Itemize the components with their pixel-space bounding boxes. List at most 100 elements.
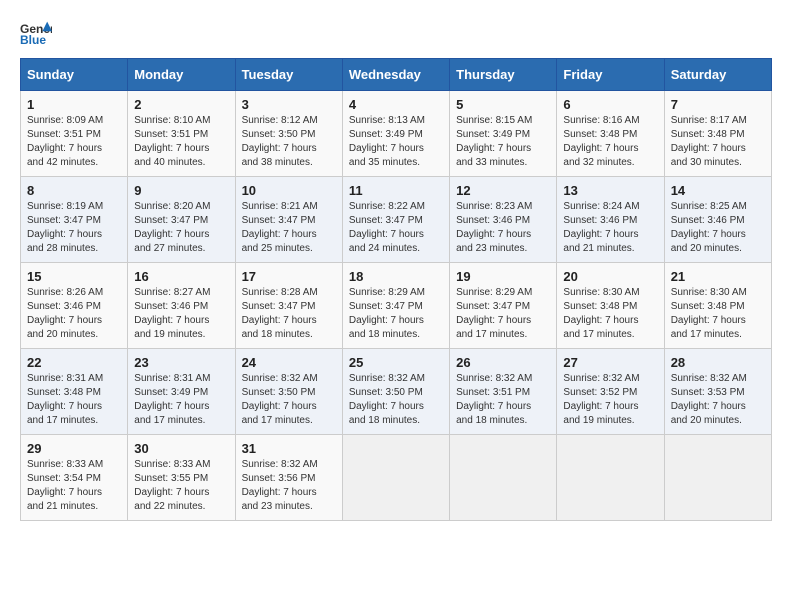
day-number: 1 <box>27 97 121 112</box>
day-detail: Sunrise: 8:16 AMSunset: 3:48 PMDaylight:… <box>563 114 657 170</box>
day-number: 15 <box>27 269 121 284</box>
day-detail: Sunrise: 8:30 AMSunset: 3:48 PMDaylight:… <box>671 286 765 342</box>
calendar-cell <box>664 435 771 521</box>
day-number: 30 <box>134 441 228 456</box>
day-detail: Sunrise: 8:24 AMSunset: 3:46 PMDaylight:… <box>563 200 657 256</box>
calendar-cell: 17 Sunrise: 8:28 AMSunset: 3:47 PMDayligh… <box>235 263 342 349</box>
day-number: 23 <box>134 355 228 370</box>
day-detail: Sunrise: 8:09 AMSunset: 3:51 PMDaylight:… <box>27 114 121 170</box>
day-detail: Sunrise: 8:32 AMSunset: 3:56 PMDaylight:… <box>242 458 336 514</box>
day-number: 10 <box>242 183 336 198</box>
calendar-body: 1 Sunrise: 8:09 AMSunset: 3:51 PMDaylight… <box>21 91 772 521</box>
calendar-cell: 21 Sunrise: 8:30 AMSunset: 3:48 PMDayligh… <box>664 263 771 349</box>
day-detail: Sunrise: 8:32 AMSunset: 3:52 PMDaylight:… <box>563 372 657 428</box>
calendar-week-1: 1 Sunrise: 8:09 AMSunset: 3:51 PMDaylight… <box>21 91 772 177</box>
calendar-cell: 6 Sunrise: 8:16 AMSunset: 3:48 PMDaylight… <box>557 91 664 177</box>
calendar-cell: 29 Sunrise: 8:33 AMSunset: 3:54 PMDayligh… <box>21 435 128 521</box>
day-detail: Sunrise: 8:29 AMSunset: 3:47 PMDaylight:… <box>349 286 443 342</box>
day-number: 21 <box>671 269 765 284</box>
day-detail: Sunrise: 8:26 AMSunset: 3:46 PMDaylight:… <box>27 286 121 342</box>
calendar-week-2: 8 Sunrise: 8:19 AMSunset: 3:47 PMDaylight… <box>21 177 772 263</box>
day-number: 17 <box>242 269 336 284</box>
calendar-cell: 24 Sunrise: 8:32 AMSunset: 3:50 PMDayligh… <box>235 349 342 435</box>
calendar-cell: 10Sunrise: 8:21 AMSunset: 3:47 PMDayligh… <box>235 177 342 263</box>
day-detail: Sunrise: 8:30 AMSunset: 3:48 PMDaylight:… <box>563 286 657 342</box>
calendar-cell: 16Sunrise: 8:27 AMSunset: 3:46 PMDayligh… <box>128 263 235 349</box>
day-detail: Sunrise: 8:20 AMSunset: 3:47 PMDaylight:… <box>134 200 228 256</box>
calendar-cell: 4Sunrise: 8:13 AMSunset: 3:49 PMDaylight… <box>342 91 449 177</box>
header-cell-wednesday: Wednesday <box>342 59 449 91</box>
calendar-cell: 20 Sunrise: 8:30 AMSunset: 3:48 PMDayligh… <box>557 263 664 349</box>
header-cell-friday: Friday <box>557 59 664 91</box>
day-detail: Sunrise: 8:12 AMSunset: 3:50 PMDaylight:… <box>242 114 336 170</box>
calendar-cell: 2 Sunrise: 8:10 AMSunset: 3:51 PMDaylight… <box>128 91 235 177</box>
day-number: 18 <box>349 269 443 284</box>
calendar-week-4: 22Sunrise: 8:31 AMSunset: 3:48 PMDayligh… <box>21 349 772 435</box>
day-number: 13 <box>563 183 657 198</box>
calendar-cell: 28Sunrise: 8:32 AMSunset: 3:53 PMDayligh… <box>664 349 771 435</box>
header-cell-sunday: Sunday <box>21 59 128 91</box>
calendar-week-3: 15 Sunrise: 8:26 AMSunset: 3:46 PMDayligh… <box>21 263 772 349</box>
day-number: 27 <box>563 355 657 370</box>
day-number: 24 <box>242 355 336 370</box>
calendar-cell <box>342 435 449 521</box>
calendar-cell: 18 Sunrise: 8:29 AMSunset: 3:47 PMDayligh… <box>342 263 449 349</box>
day-number: 16 <box>134 269 228 284</box>
calendar-cell: 23Sunrise: 8:31 AMSunset: 3:49 PMDayligh… <box>128 349 235 435</box>
calendar-cell: 8 Sunrise: 8:19 AMSunset: 3:47 PMDaylight… <box>21 177 128 263</box>
day-number: 29 <box>27 441 121 456</box>
calendar-cell: 13 Sunrise: 8:24 AMSunset: 3:46 PMDayligh… <box>557 177 664 263</box>
calendar-cell: 26Sunrise: 8:32 AMSunset: 3:51 PMDayligh… <box>450 349 557 435</box>
day-number: 11 <box>349 183 443 198</box>
day-detail: Sunrise: 8:32 AMSunset: 3:50 PMDaylight:… <box>349 372 443 428</box>
calendar-cell: 7Sunrise: 8:17 AMSunset: 3:48 PMDaylight… <box>664 91 771 177</box>
day-number: 22 <box>27 355 121 370</box>
day-detail: Sunrise: 8:32 AMSunset: 3:50 PMDaylight:… <box>242 372 336 428</box>
day-number: 4 <box>349 97 443 112</box>
day-detail: Sunrise: 8:25 AMSunset: 3:46 PMDaylight:… <box>671 200 765 256</box>
day-detail: Sunrise: 8:32 AMSunset: 3:51 PMDaylight:… <box>456 372 550 428</box>
day-number: 2 <box>134 97 228 112</box>
day-number: 6 <box>563 97 657 112</box>
calendar-cell: 27 Sunrise: 8:32 AMSunset: 3:52 PMDayligh… <box>557 349 664 435</box>
calendar-cell: 25Sunrise: 8:32 AMSunset: 3:50 PMDayligh… <box>342 349 449 435</box>
header-cell-thursday: Thursday <box>450 59 557 91</box>
calendar-cell: 11 Sunrise: 8:22 AMSunset: 3:47 PMDayligh… <box>342 177 449 263</box>
day-number: 7 <box>671 97 765 112</box>
calendar-cell <box>450 435 557 521</box>
day-number: 3 <box>242 97 336 112</box>
calendar-cell: 9 Sunrise: 8:20 AMSunset: 3:47 PMDaylight… <box>128 177 235 263</box>
day-number: 20 <box>563 269 657 284</box>
calendar-cell: 12Sunrise: 8:23 AMSunset: 3:46 PMDayligh… <box>450 177 557 263</box>
calendar-cell: 5 Sunrise: 8:15 AMSunset: 3:49 PMDaylight… <box>450 91 557 177</box>
day-detail: Sunrise: 8:32 AMSunset: 3:53 PMDaylight:… <box>671 372 765 428</box>
page-header: General Blue <box>20 20 772 48</box>
day-number: 8 <box>27 183 121 198</box>
day-detail: Sunrise: 8:33 AMSunset: 3:54 PMDaylight:… <box>27 458 121 514</box>
logo: General Blue <box>20 20 52 48</box>
day-number: 5 <box>456 97 550 112</box>
header-row: SundayMondayTuesdayWednesdayThursdayFrid… <box>21 59 772 91</box>
logo-icon: General Blue <box>20 20 52 48</box>
day-number: 9 <box>134 183 228 198</box>
calendar-cell: 22Sunrise: 8:31 AMSunset: 3:48 PMDayligh… <box>21 349 128 435</box>
header-cell-tuesday: Tuesday <box>235 59 342 91</box>
day-detail: Sunrise: 8:28 AMSunset: 3:47 PMDaylight:… <box>242 286 336 342</box>
header-cell-monday: Monday <box>128 59 235 91</box>
day-detail: Sunrise: 8:19 AMSunset: 3:47 PMDaylight:… <box>27 200 121 256</box>
calendar-cell: 31 Sunrise: 8:32 AMSunset: 3:56 PMDayligh… <box>235 435 342 521</box>
header-cell-saturday: Saturday <box>664 59 771 91</box>
day-detail: Sunrise: 8:33 AMSunset: 3:55 PMDaylight:… <box>134 458 228 514</box>
day-number: 14 <box>671 183 765 198</box>
calendar-cell: 14 Sunrise: 8:25 AMSunset: 3:46 PMDayligh… <box>664 177 771 263</box>
calendar-cell: 1 Sunrise: 8:09 AMSunset: 3:51 PMDaylight… <box>21 91 128 177</box>
day-number: 31 <box>242 441 336 456</box>
day-detail: Sunrise: 8:10 AMSunset: 3:51 PMDaylight:… <box>134 114 228 170</box>
day-detail: Sunrise: 8:22 AMSunset: 3:47 PMDaylight:… <box>349 200 443 256</box>
day-detail: Sunrise: 8:15 AMSunset: 3:49 PMDaylight:… <box>456 114 550 170</box>
calendar-cell: 3 Sunrise: 8:12 AMSunset: 3:50 PMDaylight… <box>235 91 342 177</box>
calendar-week-5: 29 Sunrise: 8:33 AMSunset: 3:54 PMDayligh… <box>21 435 772 521</box>
calendar-cell: 15 Sunrise: 8:26 AMSunset: 3:46 PMDayligh… <box>21 263 128 349</box>
calendar-header: SundayMondayTuesdayWednesdayThursdayFrid… <box>21 59 772 91</box>
calendar-table: SundayMondayTuesdayWednesdayThursdayFrid… <box>20 58 772 521</box>
